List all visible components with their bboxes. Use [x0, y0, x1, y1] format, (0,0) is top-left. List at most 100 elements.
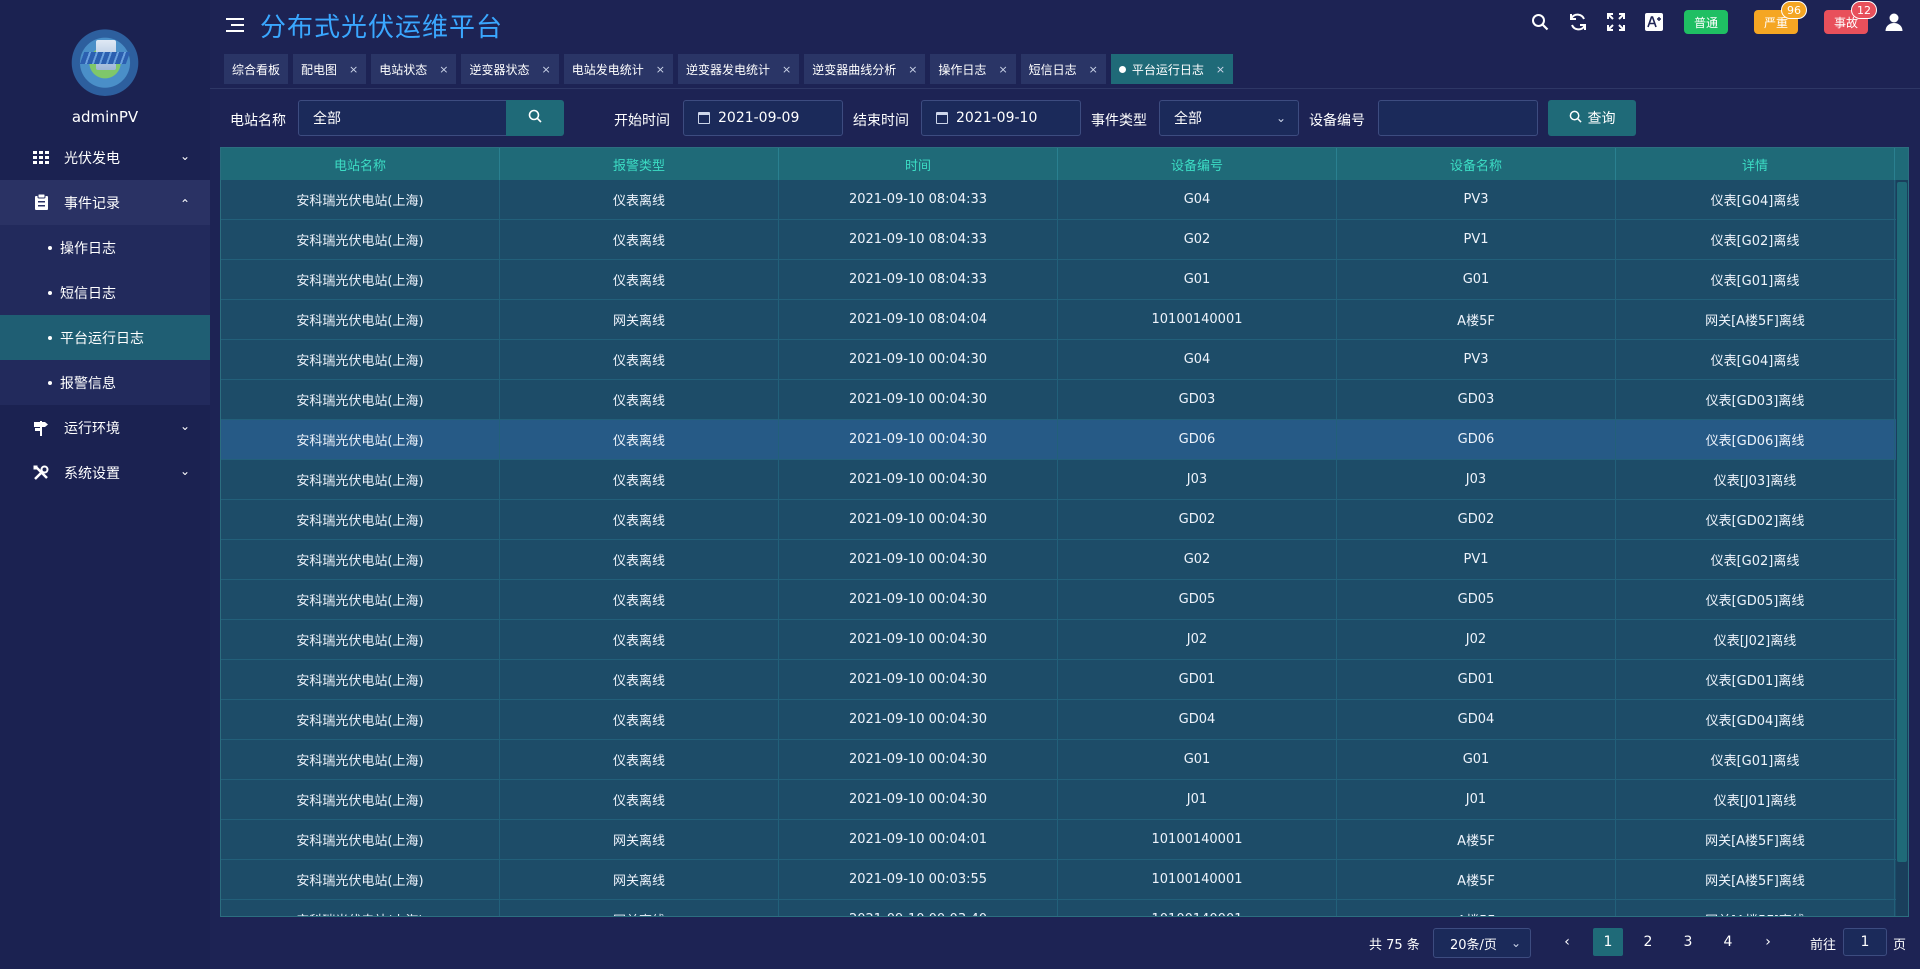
- table-row[interactable]: 安科瑞光伏电站(上海) 网关离线 2021-09-10 08:04:04 101001…: [221, 300, 1908, 340]
- table-row[interactable]: 安科瑞光伏电站(上海) 网关离线 2021-09-10 00:04:01 101001…: [221, 820, 1908, 860]
- table-cell: G04: [1058, 180, 1337, 219]
- column-header[interactable]: 设备名称: [1337, 148, 1616, 180]
- table-body: 安科瑞光伏电站(上海) 仪表离线 2021-09-10 08:04:33 G04 PV3…: [221, 180, 1908, 916]
- table-cell: 网关离线: [500, 300, 779, 339]
- column-header[interactable]: 报警类型: [500, 148, 779, 180]
- table-row[interactable]: 安科瑞光伏电站(上海)网关离线2021-09-10 00:03:40101001…: [221, 900, 1908, 916]
- station-select[interactable]: 全部: [298, 100, 516, 136]
- close-icon[interactable]: ×: [1216, 63, 1225, 76]
- page-button[interactable]: 1: [1593, 928, 1623, 956]
- fullscreen-icon[interactable]: [1604, 10, 1628, 34]
- bullet-icon: [48, 245, 52, 250]
- tab-sms-log[interactable]: 短信日志 ×: [1020, 54, 1106, 84]
- table-cell: 仪表离线: [500, 340, 779, 379]
- table-cell: 安科瑞光伏电站(上海): [221, 540, 500, 579]
- table-row[interactable]: 安科瑞光伏电站(上海) 仪表离线 2021-09-10 00:04:30 GD04 GD…: [221, 700, 1908, 740]
- table-row[interactable]: 安科瑞光伏电站(上海) 仪表离线 2021-09-10 00:04:30 GD05 GD…: [221, 580, 1908, 620]
- next-page-button[interactable]: ›: [1753, 928, 1783, 956]
- column-header[interactable]: 时间: [779, 148, 1058, 180]
- table-cell: 安科瑞光伏电站(上海): [221, 580, 500, 619]
- page-button[interactable]: 3: [1673, 928, 1703, 956]
- table-row[interactable]: 安科瑞光伏电站(上海) 仪表离线 2021-09-10 00:04:30 J02 J02…: [221, 620, 1908, 660]
- table-row[interactable]: 安科瑞光伏电站(上海) 仪表离线 2021-09-10 00:04:30 G01 G01…: [221, 740, 1908, 780]
- submenu-label: 短信日志: [60, 285, 116, 302]
- search-icon[interactable]: [1528, 10, 1552, 34]
- menu-item-environment[interactable]: 运行环境 ⌄: [0, 405, 210, 450]
- table-row[interactable]: 安科瑞光伏电站(上海) 仪表离线 2021-09-10 00:04:30 J03 J03…: [221, 460, 1908, 500]
- close-icon[interactable]: ×: [656, 63, 665, 76]
- menu-toggle-icon[interactable]: [226, 18, 244, 32]
- alert-normal-button[interactable]: 普通: [1683, 10, 1728, 34]
- tab-inverter-status[interactable]: 逆变器状态 ×: [461, 54, 559, 84]
- alert-severe-button[interactable]: 严重 96: [1753, 1, 1807, 34]
- table-row[interactable]: 安科瑞光伏电站(上海) 仪表离线 2021-09-10 00:04:30 GD02 GD…: [221, 500, 1908, 540]
- table-cell: 安科瑞光伏电站(上海): [221, 300, 500, 339]
- page-button[interactable]: 4: [1713, 928, 1743, 956]
- table-cell: 仪表离线: [500, 380, 779, 419]
- close-icon[interactable]: ×: [542, 63, 551, 76]
- table-cell: 仪表离线: [500, 220, 779, 259]
- submenu-item-alarm-info[interactable]: 报警信息: [0, 360, 210, 405]
- prev-page-button[interactable]: ‹: [1552, 928, 1582, 956]
- end-date-input[interactable]: 2021-09-10: [921, 100, 1081, 136]
- table-row[interactable]: 安科瑞光伏电站(上海) 仪表离线 2021-09-10 00:04:30 J01 J01…: [221, 780, 1908, 820]
- start-date-input[interactable]: 2021-09-09: [683, 100, 843, 136]
- table-row[interactable]: 安科瑞光伏电站(上海) 仪表离线 2021-09-10 08:04:33 G01 G01…: [221, 260, 1908, 300]
- menu-item-settings[interactable]: 系统设置 ⌄: [0, 450, 210, 495]
- device-no-input[interactable]: [1378, 100, 1538, 136]
- tab-station-generation[interactable]: 电站发电统计 ×: [563, 54, 673, 84]
- menu-item-solar[interactable]: 光伏发电 ⌄: [0, 135, 210, 180]
- scrollbar-thumb[interactable]: [1897, 182, 1907, 862]
- column-header[interactable]: 电站名称: [221, 148, 500, 180]
- table-cell: G02: [1058, 540, 1337, 579]
- submenu-item-platform-log[interactable]: 平台运行日志: [0, 315, 210, 360]
- user-icon[interactable]: [1882, 10, 1906, 34]
- page-size-value: 20条/页: [1450, 937, 1497, 953]
- close-icon[interactable]: ×: [439, 63, 448, 76]
- table-row[interactable]: 安科瑞光伏电站(上海) 仪表离线 2021-09-10 00:04:30 GD01 GD…: [221, 660, 1908, 700]
- event-type-select[interactable]: 全部 ⌄: [1159, 100, 1299, 136]
- page-button[interactable]: 2: [1633, 928, 1663, 956]
- menu-item-events[interactable]: 事件记录 ⌃: [0, 180, 210, 225]
- goto-page-input[interactable]: 1: [1843, 928, 1887, 956]
- table-cell: 仪表[GD05]离线: [1616, 580, 1895, 619]
- table-row[interactable]: 安科瑞光伏电站(上海) 仪表离线 2021-09-10 00:04:30 G04 PV3…: [221, 340, 1908, 380]
- column-header[interactable]: 详情: [1616, 148, 1895, 180]
- tab-label: 综合看板: [232, 62, 281, 77]
- table-row[interactable]: 安科瑞光伏电站(上海) 仪表离线 2021-09-10 08:04:33 G04 PV3…: [221, 180, 1908, 220]
- table-row[interactable]: 安科瑞光伏电站(上海) 仪表离线 2021-09-10 00:04:30 GD03 GD…: [221, 380, 1908, 420]
- tab-inverter-curve[interactable]: 逆变器曲线分析 ×: [804, 54, 926, 84]
- table-cell: 仪表离线: [500, 780, 779, 819]
- sidebar-profile: adminPV: [0, 0, 210, 135]
- close-icon[interactable]: ×: [349, 63, 358, 76]
- menu-label: 事件记录: [64, 195, 120, 212]
- query-button[interactable]: 查询: [1548, 100, 1636, 136]
- tab-wiring-diagram[interactable]: 配电图 ×: [293, 54, 367, 84]
- tab-operation-log[interactable]: 操作日志 ×: [930, 54, 1016, 84]
- tab-dashboard[interactable]: 综合看板: [224, 54, 289, 84]
- close-icon[interactable]: ×: [998, 63, 1007, 76]
- station-search-button[interactable]: [506, 100, 564, 136]
- column-header[interactable]: 设备编号: [1058, 148, 1337, 180]
- close-icon[interactable]: ×: [908, 63, 917, 76]
- close-icon[interactable]: ×: [1089, 63, 1098, 76]
- submenu-item-sms-log[interactable]: 短信日志: [0, 270, 210, 315]
- table-row[interactable]: 安科瑞光伏电站(上海) 仪表离线 2021-09-10 08:04:33 G02 PV1…: [221, 220, 1908, 260]
- table-cell: GD04: [1337, 700, 1616, 739]
- tab-station-status[interactable]: 电站状态 ×: [371, 54, 457, 84]
- submenu-item-operation-log[interactable]: 操作日志: [0, 225, 210, 270]
- page-size-select[interactable]: 20条/页 ⌄: [1433, 928, 1531, 958]
- table-row[interactable]: 安科瑞光伏电站(上海) 网关离线 2021-09-10 00:03:55 101001…: [221, 860, 1908, 900]
- refresh-icon[interactable]: [1566, 10, 1590, 34]
- table-row[interactable]: 安科瑞光伏电站(上海) 仪表离线 2021-09-10 00:04:30 G02 PV1…: [221, 540, 1908, 580]
- tab-platform-log[interactable]: 平台运行日志 ×: [1110, 54, 1234, 84]
- tab-inverter-generation[interactable]: 逆变器发电统计 ×: [677, 54, 800, 84]
- query-label: 查询: [1587, 111, 1616, 127]
- chevron-up-icon: ⌃: [179, 197, 190, 211]
- table-cell: A楼5F: [1337, 860, 1616, 899]
- alert-accident-button[interactable]: 事故 12: [1823, 1, 1877, 34]
- table-row[interactable]: 安科瑞光伏电站(上海) 仪表离线 2021-09-10 00:04:30 GD06 GD…: [221, 420, 1908, 460]
- close-icon[interactable]: ×: [782, 63, 791, 76]
- table-cell: J01: [1337, 780, 1616, 819]
- font-size-icon[interactable]: [1642, 10, 1666, 34]
